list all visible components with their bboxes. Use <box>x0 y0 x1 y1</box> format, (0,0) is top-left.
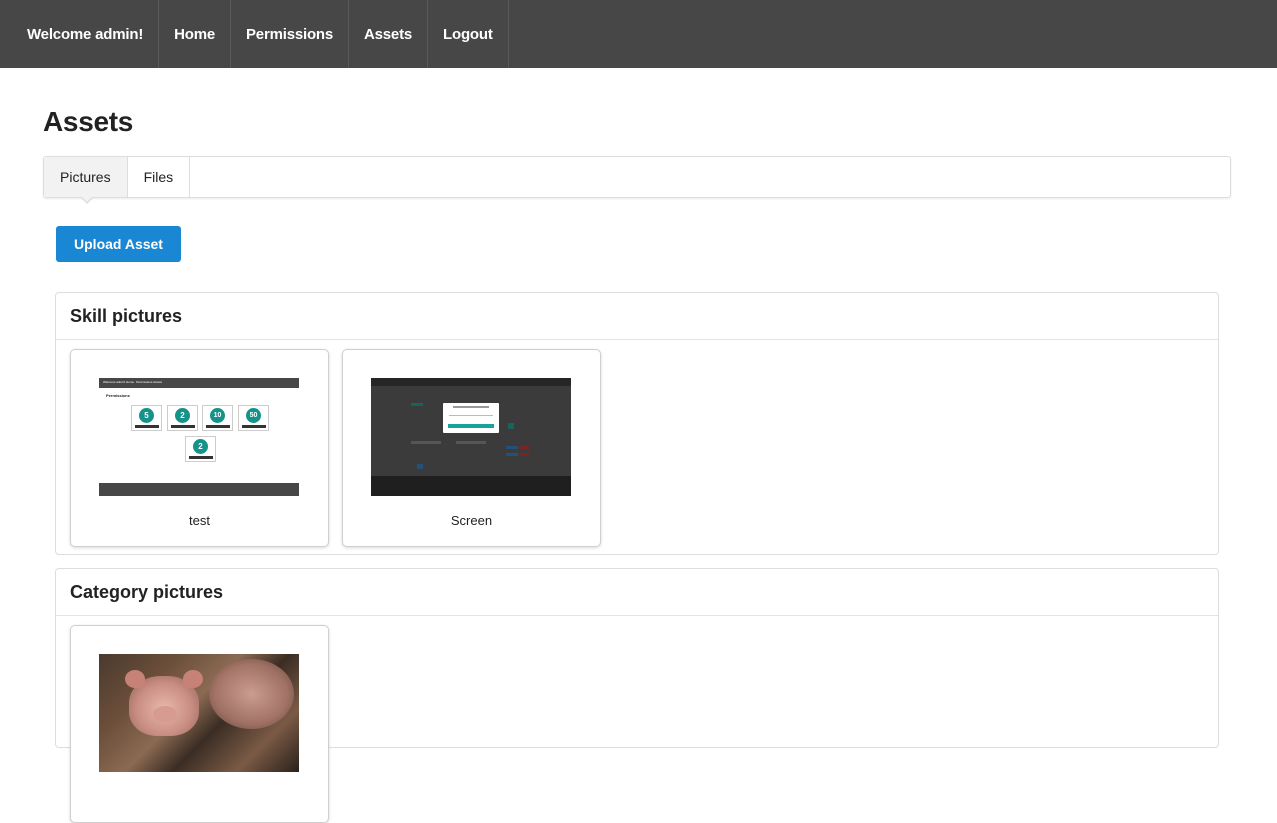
thumb-badge: 2 <box>175 408 190 423</box>
thumb-badge-card: 5 <box>131 405 162 431</box>
tab-pictures[interactable]: Pictures <box>44 157 128 204</box>
thumb-badge: 5 <box>139 408 154 423</box>
tab-files[interactable]: Files <box>128 157 191 197</box>
asset-card[interactable]: Screen <box>342 349 601 547</box>
panel-title: Category pictures <box>56 569 1218 616</box>
asset-thumbnail <box>371 378 571 496</box>
nav-assets-link[interactable]: Assets <box>349 0 429 68</box>
thumb-modal <box>443 403 499 433</box>
thumb-badge-card: 2 <box>167 405 198 431</box>
thumb-nav-home: Home <box>126 380 135 384</box>
thumb-badge-card: 50 <box>238 405 269 431</box>
thumb-title: Permissions <box>106 393 130 398</box>
nav-permissions-link[interactable]: Permissions <box>231 0 350 68</box>
asset-caption: test <box>189 513 210 528</box>
thumb-badge: 50 <box>246 408 261 423</box>
nav-home-link[interactable]: Home <box>159 0 231 68</box>
upload-asset-button[interactable]: Upload Asset <box>56 226 181 262</box>
top-navbar: Welcome admin! Home Permissions Assets L… <box>0 0 1277 68</box>
asset-caption: Screen <box>450 513 493 528</box>
page-title: Assets <box>43 106 134 137</box>
welcome-label: Welcome admin! <box>0 0 160 68</box>
thumb-badge-card: 2 <box>185 436 216 462</box>
thumb-badge: 10 <box>210 408 225 423</box>
thumb-nav-permissions: Permissions <box>136 380 153 384</box>
asset-tabs: Pictures Files <box>43 156 1231 204</box>
asset-thumbnail <box>99 654 299 772</box>
thumb-nav-assets: Assets <box>153 380 163 384</box>
category-pictures-panel: Category pictures <box>55 568 1219 823</box>
nav-logout-link[interactable]: Logout <box>428 0 509 68</box>
asset-card[interactable] <box>70 625 329 823</box>
thumb-badge-card: 10 <box>202 405 233 431</box>
asset-card[interactable]: Welcome admin! Home Permissions Assets P… <box>70 349 329 547</box>
thumb-badge: 2 <box>193 439 208 454</box>
panel-title: Skill pictures <box>56 293 1218 340</box>
thumb-nav-welcome: Welcome admin! <box>103 380 126 384</box>
asset-thumbnail: Welcome admin! Home Permissions Assets P… <box>99 378 299 496</box>
skill-pictures-panel: Skill pictures Welcome admin! Home Permi… <box>55 292 1219 555</box>
thumb-navbar: Welcome admin! Home Permissions Assets <box>99 378 299 388</box>
